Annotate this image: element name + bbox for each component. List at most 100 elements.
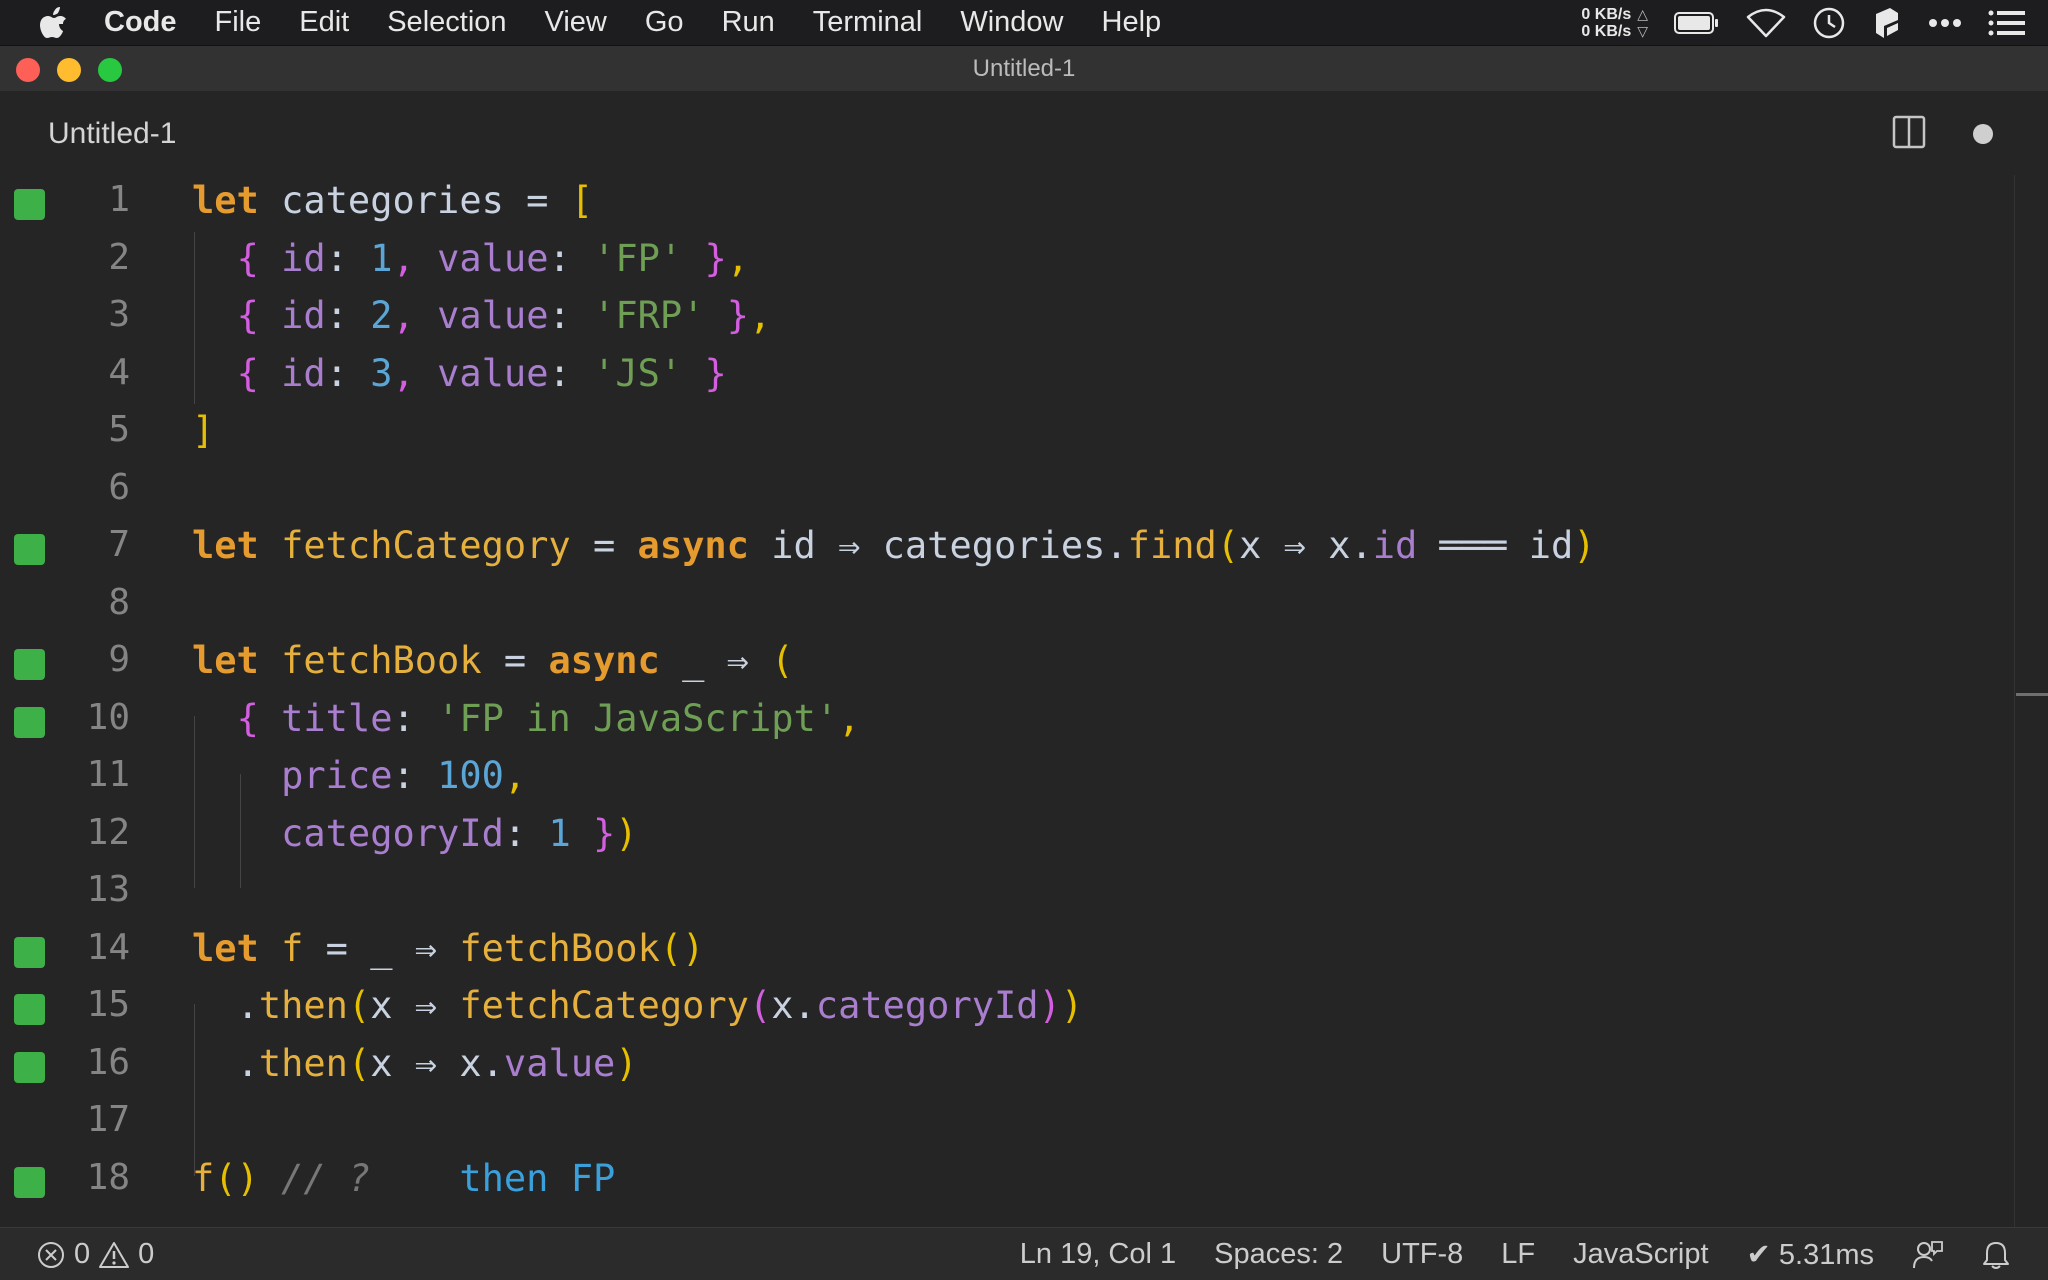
unsaved-changes-dot-icon[interactable]: [1973, 124, 1993, 144]
quokka-timing[interactable]: ✔ 5.31ms: [1747, 1237, 1874, 1272]
window-title-bar[interactable]: Untitled-1: [0, 45, 2048, 91]
code-token: :: [325, 294, 348, 337]
code-token: id: [771, 524, 816, 567]
code-line[interactable]: 12 categoryId: 1 }): [0, 808, 2000, 865]
notifications-bell-icon[interactable]: [1982, 1240, 2010, 1270]
problems-indicator[interactable]: 0 0: [36, 1238, 154, 1271]
code-token: (): [659, 926, 705, 970]
code-token: async: [548, 639, 660, 682]
code-line[interactable]: 8: [0, 578, 2000, 635]
menu-file[interactable]: File: [215, 6, 262, 39]
apple-icon[interactable]: [40, 6, 70, 38]
code-line[interactable]: 16 .then(x ⇒ x.value): [0, 1038, 2000, 1095]
more-icon[interactable]: [1928, 18, 1962, 28]
menu-run[interactable]: Run: [722, 6, 775, 39]
code-token: ): [615, 1041, 638, 1085]
cursor-position[interactable]: Ln 19, Col 1: [1020, 1238, 1176, 1271]
code-line[interactable]: 11 price: 100,: [0, 750, 2000, 807]
line-number: 11: [86, 754, 130, 795]
line-number: 4: [108, 351, 130, 393]
battery-icon[interactable]: [1674, 11, 1720, 35]
menu-edit[interactable]: Edit: [299, 6, 349, 39]
code-line[interactable]: 17: [0, 1095, 2000, 1152]
code-line[interactable]: 3 { id: 2, value: 'FRP' },: [0, 290, 2000, 347]
line-number: 12: [86, 811, 130, 853]
code-line[interactable]: 4 { id: 3, value: 'JS' }: [0, 348, 2000, 405]
menu-terminal[interactable]: Terminal: [813, 6, 923, 39]
close-window-button[interactable]: [16, 58, 40, 82]
menu-view[interactable]: View: [545, 6, 607, 39]
end-of-line-sequence[interactable]: LF: [1501, 1238, 1535, 1271]
code-token: x: [370, 984, 393, 1027]
code-token: =: [325, 926, 348, 970]
code-line[interactable]: 6: [0, 463, 2000, 520]
code-line[interactable]: 14 let f = _ ⇒ fetchBook(): [0, 923, 2000, 980]
code-token: ⇒: [414, 984, 438, 1027]
minimize-window-button[interactable]: [57, 58, 81, 82]
menu-window[interactable]: Window: [960, 6, 1063, 39]
code-line[interactable]: 13: [0, 865, 2000, 922]
code-line[interactable]: 18 f() // ? then FP: [0, 1153, 2000, 1210]
code-token: let: [192, 926, 259, 970]
quokka-coverage-marker: [14, 189, 45, 220]
notification-center-icon[interactable]: [1988, 10, 2026, 36]
code-token: (: [1216, 524, 1240, 567]
code-line[interactable]: 7 let fetchCategory = async id ⇒ categori…: [0, 520, 2000, 577]
code-line[interactable]: 15 .then(x ⇒ fetchCategory(x.categoryId)…: [0, 980, 2000, 1037]
code-line[interactable]: 5]: [0, 405, 2000, 462]
code-line[interactable]: 2 { id: 1, value: 'FP' },: [0, 233, 2000, 290]
code-line[interactable]: 9 let fetchBook = async _ ⇒ (: [0, 635, 2000, 692]
code-token: (: [771, 639, 794, 682]
indentation-setting[interactable]: Spaces: 2: [1214, 1238, 1343, 1271]
menu-app-code[interactable]: Code: [104, 6, 177, 39]
code-token: price: [281, 754, 393, 797]
code-token: x: [771, 984, 794, 1027]
feedback-icon[interactable]: [1912, 1240, 1944, 1270]
code-token: {: [236, 236, 259, 280]
code-line[interactable]: 10 { title: 'FP in JavaScript',: [0, 693, 2000, 750]
menu-help[interactable]: Help: [1102, 6, 1162, 39]
code-token: :: [548, 236, 571, 280]
zoom-window-button[interactable]: [98, 58, 122, 82]
editor-scrollbar-track[interactable]: [2014, 175, 2015, 1227]
code-token: :: [548, 294, 571, 337]
menu-selection[interactable]: Selection: [387, 6, 506, 39]
code-line[interactable]: 1 let categories = [: [0, 175, 2000, 232]
code-editor[interactable]: 1 let categories = [2 { id: 1, value: 'FP…: [0, 175, 2048, 1227]
wifi-icon[interactable]: [1746, 8, 1786, 38]
code-token: find: [1127, 524, 1217, 567]
code-token: .: [236, 1041, 259, 1085]
language-mode[interactable]: JavaScript: [1573, 1238, 1708, 1271]
window-controls: [16, 58, 122, 82]
menu-go[interactable]: Go: [645, 6, 684, 39]
line-number: 7: [108, 524, 130, 565]
code-token: id: [281, 294, 326, 337]
file-encoding[interactable]: UTF-8: [1381, 1238, 1463, 1271]
split-editor-icon[interactable]: [1892, 115, 1926, 154]
code-token: let: [192, 524, 259, 567]
code-token: (): [214, 1156, 259, 1200]
line-number: 18: [86, 1156, 130, 1198]
code-token: fetchCategory: [459, 984, 749, 1027]
network-speed-monitor[interactable]: 0 KB/s 0 KB/s △ ▽: [1581, 6, 1648, 40]
code-token: title: [281, 696, 393, 740]
line-number: 9: [108, 639, 130, 680]
tab-untitled-1[interactable]: Untitled-1: [48, 117, 176, 151]
code-token: {: [236, 696, 259, 740]
time-machine-icon[interactable]: [1812, 6, 1846, 40]
app-extension-icon[interactable]: [1872, 6, 1902, 40]
net-upload-arrow: △: [1637, 5, 1648, 22]
